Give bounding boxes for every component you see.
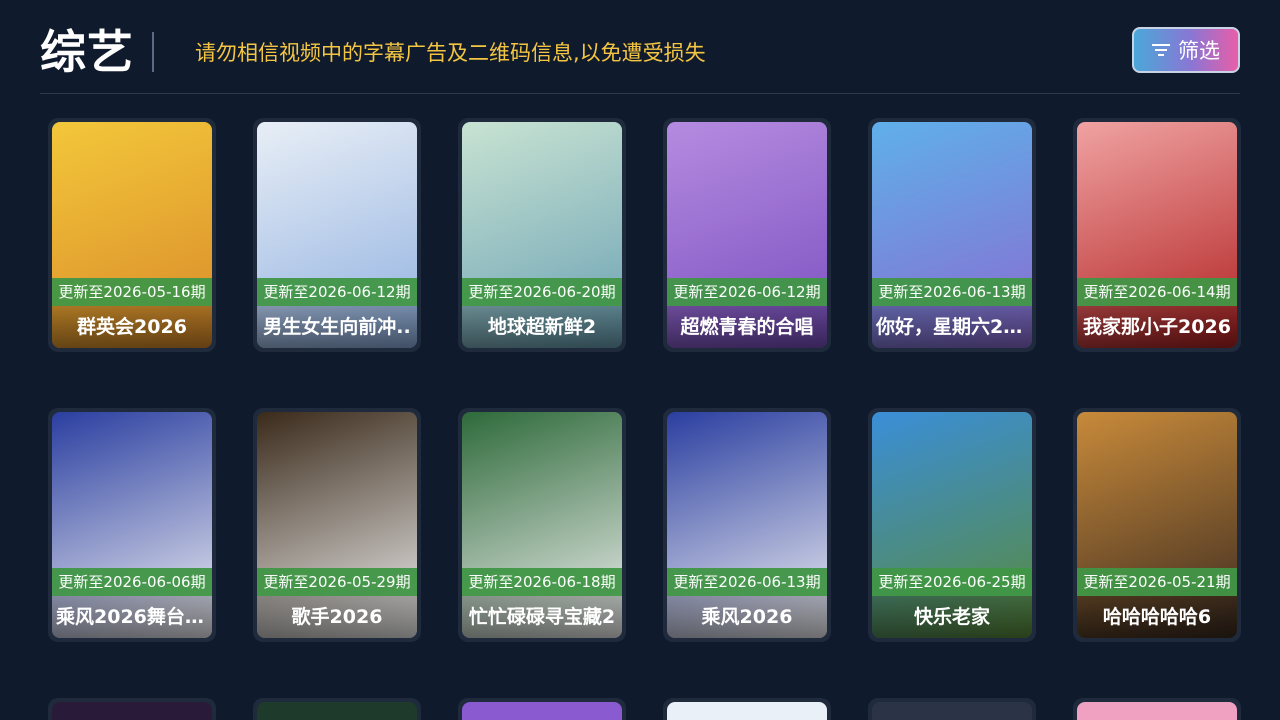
show-card[interactable]: 更新至2026-06-20期 地球超新鲜2: [458, 118, 626, 352]
show-title: 群英会2026: [52, 306, 212, 348]
update-badge: 更新至2026-05-29期: [257, 568, 417, 596]
show-poster: 更新至2026-06-06期 乘风2026舞台纯..: [52, 412, 212, 638]
show-poster: 更新至2026-06-12期 男生女生向前冲..: [257, 122, 417, 348]
show-poster: 更新至2026-05-29期 歌手2026: [257, 412, 417, 638]
show-poster: 更新至2026-05-16期 群英会2026: [52, 122, 212, 348]
show-title: 我家那小子2026: [1077, 306, 1237, 348]
show-card[interactable]: [253, 698, 421, 720]
show-card[interactable]: 更新至2026-05-21期 哈哈哈哈哈6: [1073, 408, 1241, 642]
poster-image: [52, 702, 212, 720]
show-card[interactable]: 更新至2026-06-18期 忙忙碌碌寻宝藏2: [458, 408, 626, 642]
filter-button[interactable]: 筛选: [1132, 27, 1240, 73]
update-badge: 更新至2026-06-25期: [872, 568, 1032, 596]
show-title: 超燃青春的合唱: [667, 306, 827, 348]
show-card[interactable]: [48, 698, 216, 720]
show-card[interactable]: [663, 698, 831, 720]
show-poster: 更新至2026-06-14期 我家那小子2026: [1077, 122, 1237, 348]
show-title: 乘风2026舞台纯..: [52, 596, 212, 638]
page-title: 综艺: [40, 25, 134, 79]
filter-label: 筛选: [1178, 39, 1220, 63]
title-divider: [152, 32, 154, 72]
show-card[interactable]: 更新至2026-06-13期 乘风2026: [663, 408, 831, 642]
show-poster: 更新至2026-06-18期 忙忙碌碌寻宝藏2: [462, 412, 622, 638]
poster-image: [1077, 702, 1237, 720]
show-card[interactable]: 更新至2026-06-14期 我家那小子2026: [1073, 118, 1241, 352]
update-badge: 更新至2026-06-06期: [52, 568, 212, 596]
show-card[interactable]: 更新至2026-06-12期 超燃青春的合唱: [663, 118, 831, 352]
poster-image: [462, 702, 622, 720]
show-title: 快乐老家: [872, 596, 1032, 638]
update-badge: 更新至2026-05-16期: [52, 278, 212, 306]
show-title: 哈哈哈哈哈6: [1077, 596, 1237, 638]
filter-icon: [1152, 44, 1170, 56]
poster-image: [667, 702, 827, 720]
show-poster: 更新至2026-06-12期 超燃青春的合唱: [667, 122, 827, 348]
show-card[interactable]: 更新至2026-06-25期 快乐老家: [868, 408, 1036, 642]
poster-image: [257, 702, 417, 720]
update-badge: 更新至2026-06-13期: [667, 568, 827, 596]
show-title: 乘风2026: [667, 596, 827, 638]
update-badge: 更新至2026-06-20期: [462, 278, 622, 306]
show-title: 男生女生向前冲..: [257, 306, 417, 348]
show-title: 你好，星期六20..: [872, 306, 1032, 348]
show-card[interactable]: 更新至2026-05-16期 群英会2026: [48, 118, 216, 352]
show-title: 歌手2026: [257, 596, 417, 638]
show-title: 忙忙碌碌寻宝藏2: [462, 596, 622, 638]
show-card[interactable]: 更新至2026-06-12期 男生女生向前冲..: [253, 118, 421, 352]
poster-image: [872, 702, 1032, 720]
show-card[interactable]: [458, 698, 626, 720]
show-poster: 更新至2026-06-25期 快乐老家: [872, 412, 1032, 638]
warning-notice: 请勿相信视频中的字幕广告及二维码信息,以免遭受损失: [195, 41, 706, 65]
update-badge: 更新至2026-06-12期: [667, 278, 827, 306]
update-badge: 更新至2026-06-13期: [872, 278, 1032, 306]
show-card[interactable]: 更新至2026-06-06期 乘风2026舞台纯..: [48, 408, 216, 642]
update-badge: 更新至2026-05-21期: [1077, 568, 1237, 596]
show-card[interactable]: 更新至2026-06-13期 你好，星期六20..: [868, 118, 1036, 352]
update-badge: 更新至2026-06-18期: [462, 568, 622, 596]
show-poster: 更新至2026-05-21期 哈哈哈哈哈6: [1077, 412, 1237, 638]
variety-page: 综艺 请勿相信视频中的字幕广告及二维码信息,以免遭受损失 筛选 更新至2026-…: [0, 0, 1280, 720]
show-title: 地球超新鲜2: [462, 306, 622, 348]
show-card[interactable]: [1073, 698, 1241, 720]
header: 综艺 请勿相信视频中的字幕广告及二维码信息,以免遭受损失 筛选: [40, 0, 1240, 94]
show-card[interactable]: [868, 698, 1036, 720]
show-card[interactable]: 更新至2026-05-29期 歌手2026: [253, 408, 421, 642]
show-poster: 更新至2026-06-13期 你好，星期六20..: [872, 122, 1032, 348]
show-poster: 更新至2026-06-13期 乘风2026: [667, 412, 827, 638]
show-poster: 更新至2026-06-20期 地球超新鲜2: [462, 122, 622, 348]
update-badge: 更新至2026-06-12期: [257, 278, 417, 306]
update-badge: 更新至2026-06-14期: [1077, 278, 1237, 306]
